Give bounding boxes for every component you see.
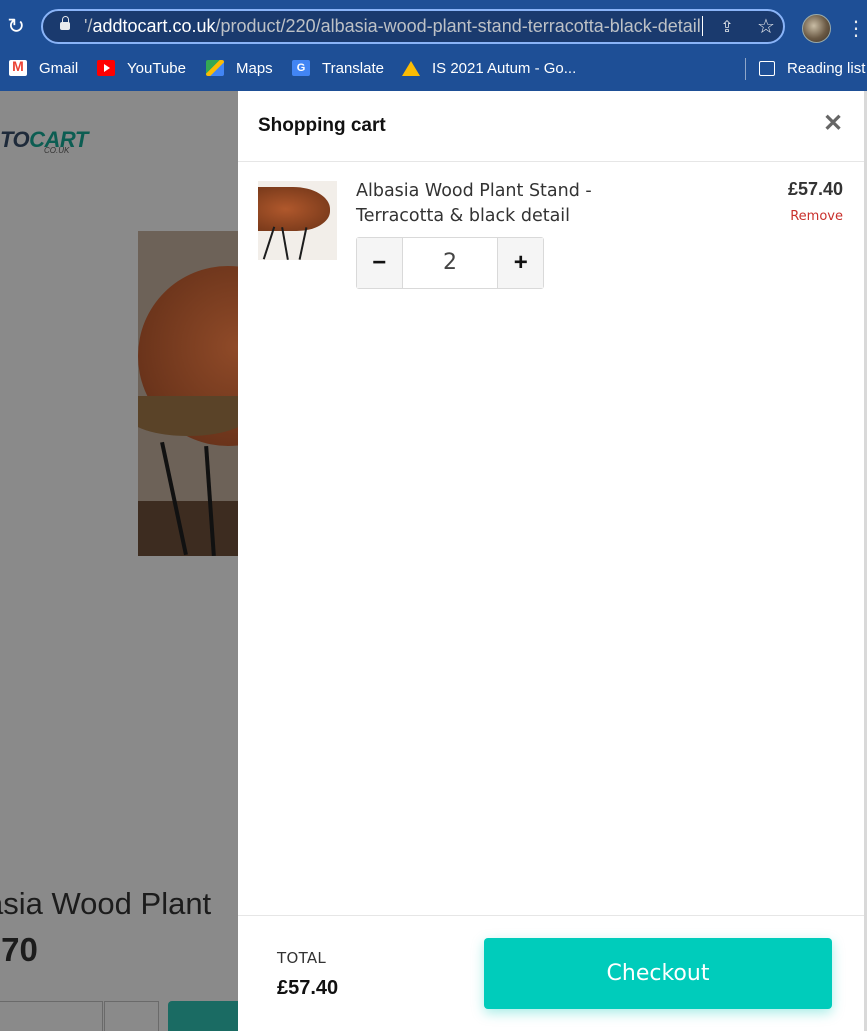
quantity-stepper: − 2 + — [356, 237, 544, 289]
close-icon[interactable]: ✕ — [822, 111, 844, 137]
header-divider — [238, 161, 864, 162]
profile-avatar[interactable] — [802, 14, 831, 43]
footer-divider — [238, 915, 864, 916]
increment-button[interactable]: + — [498, 238, 543, 288]
gmail-icon — [9, 58, 27, 76]
site-logo-subtext: CO.UK — [44, 146, 70, 155]
cart-item-thumbnail[interactable] — [258, 181, 337, 260]
checkout-button[interactable]: Checkout — [484, 938, 832, 1009]
reading-list-icon — [759, 60, 775, 76]
youtube-icon — [97, 60, 115, 76]
decrement-button[interactable]: − — [357, 238, 402, 288]
reload-icon[interactable]: ↻ — [4, 12, 28, 40]
cart-title: Shopping cart — [258, 115, 386, 136]
bookmark-gmail[interactable]: Gmail — [9, 56, 78, 80]
drive-icon — [402, 60, 420, 76]
browser-toolbar: ↻ '/addtocart.co.uk/product/220/albasia-… — [0, 0, 867, 91]
reading-list-button[interactable]: Reading list — [759, 56, 865, 80]
background-page-overlay[interactable]: TOCART CO.UK asia Wood Plant .70 — [0, 91, 238, 1031]
bookmarks-bar: Gmail YouTube Maps Translate IS 2021 Aut… — [0, 52, 867, 84]
address-bar[interactable]: '/addtocart.co.uk/product/220/albasia-wo… — [41, 9, 785, 44]
maps-icon — [206, 60, 224, 76]
total-label: TOTAL — [277, 949, 327, 967]
bookmark-translate[interactable]: Translate — [292, 56, 384, 80]
url-text[interactable]: '/addtocart.co.uk/product/220/albasia-wo… — [84, 16, 703, 37]
lock-icon[interactable] — [60, 16, 70, 30]
share-icon[interactable]: ⇪ — [717, 17, 737, 37]
product-title: asia Wood Plant — [0, 886, 212, 921]
star-icon[interactable]: ☆ — [755, 15, 777, 37]
bookmark-maps[interactable]: Maps — [206, 56, 273, 80]
product-image — [138, 231, 238, 556]
product-qty-stepper[interactable] — [0, 1001, 103, 1031]
quantity-input[interactable]: 2 — [401, 238, 499, 288]
more-menu-icon[interactable]: ⋮ — [846, 14, 866, 42]
total-value: £57.40 — [277, 977, 339, 999]
cart-item-name[interactable]: Albasia Wood Plant Stand - Terracotta & … — [356, 179, 656, 229]
bookmark-drive[interactable]: IS 2021 Autum - Go... — [402, 56, 576, 80]
translate-icon — [292, 60, 310, 76]
product-qty-increment[interactable] — [104, 1001, 159, 1031]
shopping-cart-drawer: Shopping cart ✕ Albasia Wood Plant Stand… — [238, 91, 864, 1031]
cart-item-price: £57.40 — [787, 179, 843, 199]
remove-item-link[interactable]: Remove — [763, 209, 843, 224]
product-price: .70 — [0, 931, 38, 968]
bookmarks-separator — [745, 58, 746, 80]
add-to-cart-button[interactable] — [168, 1001, 238, 1031]
bookmark-youtube[interactable]: YouTube — [97, 56, 186, 80]
